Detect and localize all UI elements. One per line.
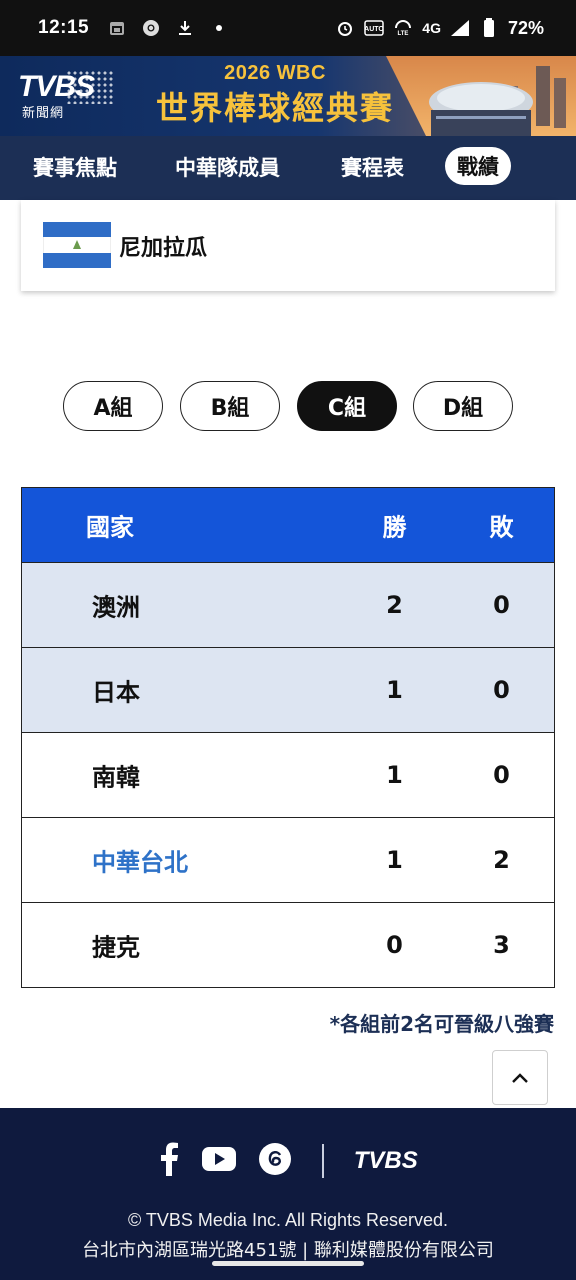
group-d-button[interactable]: D組 <box>413 381 513 431</box>
table-row: 南韓 1 0 <box>22 732 554 817</box>
threads-icon[interactable] <box>258 1142 292 1180</box>
chrome-icon <box>141 18 161 38</box>
row-wins: 0 <box>386 931 403 959</box>
header-country: 國家 <box>86 513 134 542</box>
status-time: 12:15 <box>38 17 90 38</box>
row-country: 捷克 <box>92 933 140 962</box>
row-country: 日本 <box>92 678 140 707</box>
tvbs-footer-logo[interactable]: TVBS <box>354 1147 418 1175</box>
group-b-button[interactable]: B組 <box>180 381 280 431</box>
banner-event-title: 世界棒球經典賽 <box>156 89 395 127</box>
tab-team-members[interactable]: 中華隊成員 <box>175 152 280 182</box>
header-wins: 勝 <box>382 513 407 542</box>
status-bar: 12:15 AUTO LTE 4G 72% <box>0 0 576 56</box>
row-losses: 0 <box>493 761 510 789</box>
tab-highlights[interactable]: 賽事焦點 <box>33 152 117 182</box>
auto-brightness-icon: AUTO <box>364 18 384 38</box>
volte-icon: LTE <box>393 18 413 38</box>
notification-dot-icon <box>209 18 229 38</box>
address-text: 台北市內湖區瑞光路451號 | 聯利媒體股份有限公司 <box>82 1240 494 1261</box>
row-wins: 1 <box>386 761 403 789</box>
tab-standings[interactable]: 戰績 <box>445 147 511 185</box>
footer: TVBS © TVBS Media Inc. All Rights Reserv… <box>0 1108 576 1280</box>
facebook-icon[interactable] <box>158 1142 180 1180</box>
row-losses: 0 <box>493 591 510 619</box>
tab-schedule[interactable]: 賽程表 <box>341 152 404 182</box>
home-indicator[interactable] <box>212 1261 364 1266</box>
row-wins: 2 <box>386 591 403 619</box>
row-losses: 3 <box>493 931 510 959</box>
svg-text:AUTO: AUTO <box>364 26 384 33</box>
table-header: 國家 勝 敗 <box>22 488 554 562</box>
signal-icon <box>450 18 470 38</box>
alarm-icon <box>335 18 355 38</box>
team-card[interactable]: 尼加拉瓜 <box>21 200 555 291</box>
calendar-icon <box>107 18 127 38</box>
row-wins: 1 <box>386 676 403 704</box>
row-wins: 1 <box>386 846 403 874</box>
group-selector: A組 B組 C組 D組 <box>0 381 576 431</box>
qualification-note: *各組前2名可晉級八強賽 <box>329 1012 554 1036</box>
banner-headline: 2026 WBC 世界棒球經典賽 <box>156 62 394 129</box>
team-name: 尼加拉瓜 <box>119 236 208 261</box>
group-a-button[interactable]: A組 <box>63 381 163 431</box>
table-row: 日本 1 0 <box>22 647 554 732</box>
social-links: TVBS <box>0 1142 576 1180</box>
back-to-top-button[interactable] <box>492 1050 548 1105</box>
group-c-button[interactable]: C組 <box>297 381 397 431</box>
event-banner[interactable]: TVBS 新聞網 2026 WBC 世界棒球經典賽 <box>0 56 576 136</box>
footer-divider <box>322 1144 324 1178</box>
svg-text:LTE: LTE <box>398 31 409 37</box>
nicaragua-flag-icon <box>43 222 111 268</box>
table-row: 中華台北 1 2 <box>22 817 554 902</box>
row-country: 南韓 <box>92 763 140 792</box>
table-row: 捷克 0 3 <box>22 902 554 987</box>
youtube-icon[interactable] <box>202 1146 237 1176</box>
download-icon <box>175 18 195 38</box>
tvbs-logo[interactable]: TVBS 新聞網 <box>18 70 118 126</box>
row-losses: 2 <box>493 846 510 874</box>
chevron-up-icon <box>512 1072 528 1083</box>
banner-event-code: 2026 WBC <box>224 62 326 84</box>
copyright-text: © TVBS Media Inc. All Rights Reserved. <box>127 1210 449 1230</box>
row-country: 澳洲 <box>92 593 140 622</box>
standings-table: 國家 勝 敗 澳洲 2 0 日本 1 0 南韓 1 0 中華台北 1 2 捷克 … <box>21 487 555 988</box>
battery-level: 72% <box>507 17 544 38</box>
stadium-image <box>386 56 576 136</box>
network-type: 4G <box>422 20 441 36</box>
row-country: 中華台北 <box>92 848 188 877</box>
battery-icon <box>479 18 499 38</box>
section-nav: 賽事焦點 中華隊成員 賽程表 戰績 <box>0 136 576 200</box>
header-losses: 敗 <box>489 513 514 542</box>
row-losses: 0 <box>493 676 510 704</box>
table-row: 澳洲 2 0 <box>22 562 554 647</box>
